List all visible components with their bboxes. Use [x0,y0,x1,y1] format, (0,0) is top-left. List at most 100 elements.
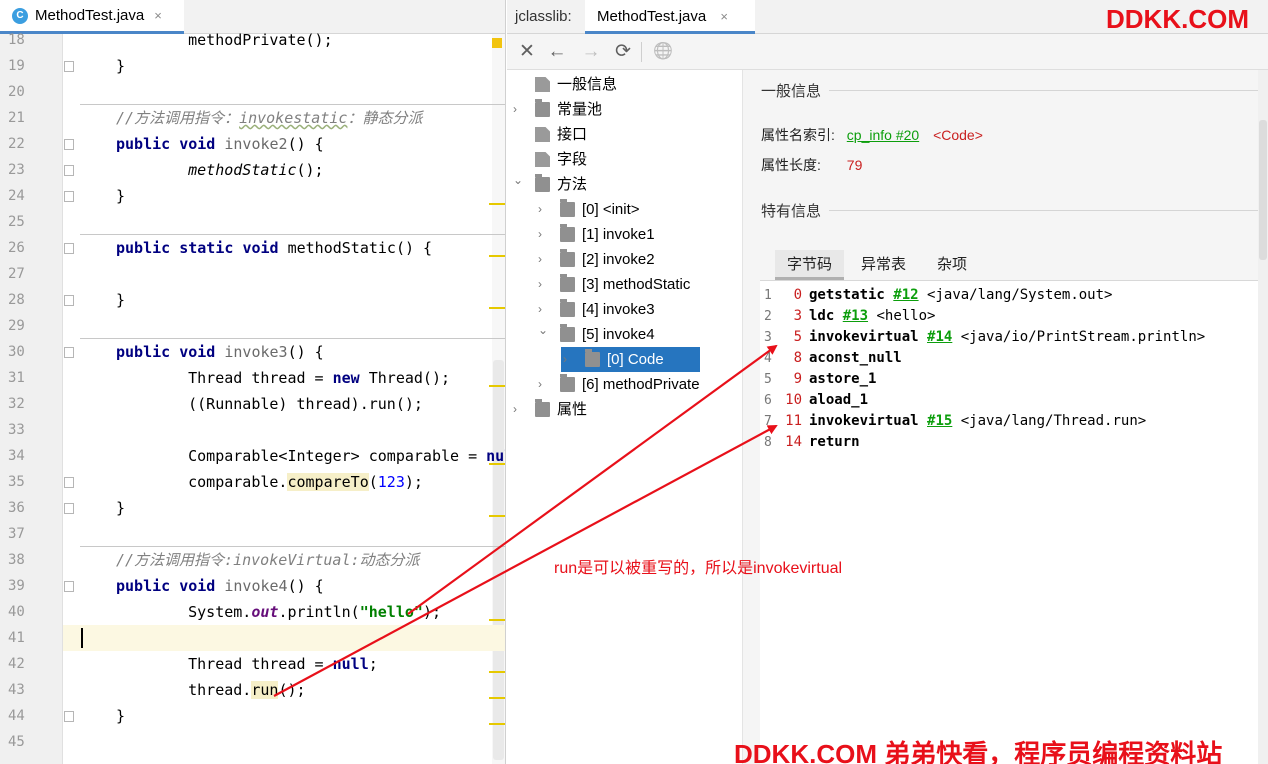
expand-arrow-icon[interactable]: › [563,347,575,372]
forward-arrow-icon[interactable]: → [579,40,603,64]
fold-marker-icon[interactable] [64,243,74,254]
code-line: 36} [0,495,505,521]
document-icon [535,127,550,142]
tree-node[interactable]: ⌄ 方法 [513,172,736,197]
close-icon[interactable]: × [154,8,162,23]
line-number: 45 [8,734,25,750]
web-globe-icon[interactable]: 🌐 [651,40,675,64]
code-line: 45 [0,729,505,755]
code-line: 24} [0,183,505,209]
tree-node[interactable]: 一般信息 [513,72,736,97]
tab-bytecode[interactable]: 字节码 [775,250,845,280]
tree-node[interactable]: 接口 [513,122,736,147]
code-token: } [116,499,126,517]
fold-marker-icon[interactable] [64,139,74,150]
code-token: new [332,369,369,387]
tree-node[interactable]: › 属性 [513,397,736,422]
fold-marker-icon[interactable] [64,347,74,358]
expand-arrow-icon[interactable]: › [538,222,550,247]
constant-pool-link[interactable]: #12 [893,287,918,303]
fold-marker-icon[interactable] [64,295,74,306]
expand-arrow-icon[interactable]: › [538,197,550,222]
stripe-warning-mark[interactable] [489,203,505,205]
line-number: 19 [8,58,25,74]
refresh-icon[interactable]: ⟳ [611,40,635,64]
back-arrow-icon[interactable]: ← [545,40,569,64]
panel-scrollbar-thumb[interactable] [1259,120,1267,260]
fold-marker-icon[interactable] [64,581,74,592]
fold-marker-icon[interactable] [64,165,74,176]
tree-node[interactable]: ⌄ [5] invoke4 [538,322,736,347]
close-icon[interactable]: × [720,9,728,24]
folder-icon [560,249,575,267]
constant-pool-link[interactable]: #14 [927,329,952,345]
code-editor[interactable]: C MethodTest.java × 18 methodPrivate(); 1… [0,0,506,764]
code-token: ：静态分派 [347,109,423,127]
constant-pool-link[interactable]: #13 [843,308,868,324]
code-token: //方法调用指令:invokeVirtual:动态分派 [116,551,420,569]
watermark-top: DDKK.COM [1106,4,1249,34]
code-token: void [242,239,288,257]
tree-node[interactable]: › [6] methodPrivate [538,372,736,397]
expand-arrow-icon[interactable]: › [513,97,525,122]
tree-node[interactable]: 字段 [513,147,736,172]
stripe-warning-mark[interactable] [489,515,505,517]
fold-marker-icon[interactable] [64,503,74,514]
constant-pool-link[interactable]: #15 [927,413,952,429]
stripe-warning-mark[interactable] [489,671,505,673]
tree-node[interactable]: › [2] invoke2 [538,247,736,272]
method-separator [80,546,505,547]
collapse-arrow-icon[interactable]: ⌄ [538,318,550,343]
code-token: } [116,707,126,725]
tree-node[interactable]: › 常量池 [513,97,736,122]
line-number: 35 [8,474,25,490]
code-line: 27 [0,261,505,287]
bytecode-listing[interactable]: 1 0 getstatic #12 <java/lang/System.out> 2 3… [760,280,1258,764]
section-general-info: 一般信息 [761,80,830,101]
folder-icon [560,224,575,242]
class-structure-tree[interactable]: 一般信息 › 常量池 接口 字段 ⌄ 方法 › [0] <init> › [1] invoke1 ›[… [507,70,742,764]
stripe-warning-mark[interactable] [489,385,505,387]
expand-arrow-icon[interactable]: › [538,247,550,272]
tree-node[interactable]: › [3] methodStatic [538,272,736,297]
expand-arrow-icon[interactable]: › [513,397,525,422]
jclasslib-toolbar: ✕ ← → ⟳ 🌐 [507,34,1268,70]
stripe-warning-mark[interactable] [489,255,505,257]
code-text: comparable.compareTo(123); [152,469,423,495]
tab-exception-table[interactable]: 异常表 [861,250,906,280]
expand-arrow-icon[interactable]: › [538,372,550,397]
stripe-warning-mark[interactable] [489,697,505,699]
tree-node-label: 字段 [557,151,588,168]
code-token: .println( [278,603,360,621]
tree-node[interactable]: › [1] invoke1 [538,222,736,247]
code-text: //方法调用指令：invokestatic：静态分派 [116,105,422,131]
code-text: public static void methodStatic() { [116,235,432,261]
close-icon[interactable]: ✕ [515,40,539,64]
tree-node[interactable]: › [0] <init> [538,197,736,222]
code-line: 32 ((Runnable) thread).run(); [0,391,505,417]
tree-node[interactable]: › [4] invoke3 [538,297,736,322]
fold-marker-icon[interactable] [64,477,74,488]
folder-icon [560,274,575,292]
bytecode-instruction: invokevirtual #14 <java/io/PrintStream.p… [809,327,1205,348]
tree-node-label: [4] invoke3 [582,301,655,318]
fold-marker-icon[interactable] [64,61,74,72]
stripe-warning-mark[interactable] [489,619,505,621]
cp-info-link[interactable]: cp_info #20 [847,127,919,143]
fold-marker-icon[interactable] [64,191,74,202]
opcode: astore_1 [809,371,877,387]
code-text: Thread thread = new Thread(); [152,365,450,391]
expand-arrow-icon[interactable]: › [538,272,550,297]
code-line: 31 Thread thread = new Thread(); [0,365,505,391]
collapse-arrow-icon[interactable]: ⌄ [513,168,525,193]
tree-node[interactable]: › [0] Code [561,347,736,372]
stripe-warning-mark[interactable] [489,723,505,725]
attr-name-index-row: 属性名索引: cp_info #20 <Code> [761,125,983,145]
tab-jclasslib-methodtest[interactable]: MethodTest.java × [585,0,755,34]
fold-marker-icon[interactable] [64,711,74,722]
code-token: () { [287,577,324,595]
stripe-warning-mark[interactable] [489,307,505,309]
code-line: 18 methodPrivate(); [0,27,505,53]
tab-misc[interactable]: 杂项 [937,250,967,280]
stripe-warning-mark[interactable] [489,463,505,465]
